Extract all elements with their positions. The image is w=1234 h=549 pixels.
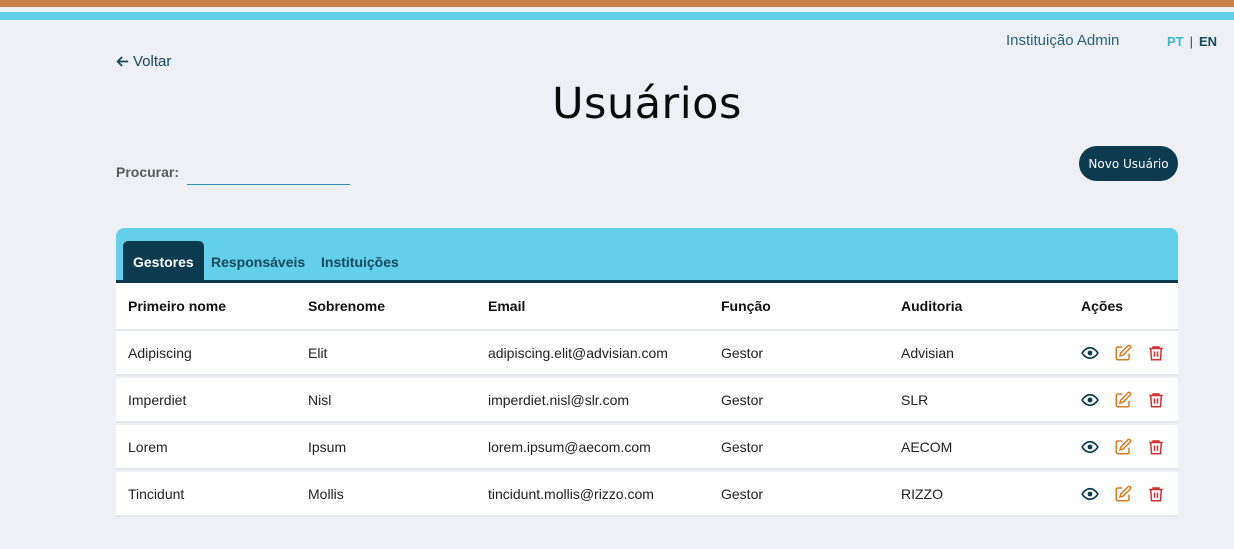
last-name-cell: Mollis	[308, 485, 344, 502]
table-row: Imperdiet Nisl imperdiet.nisl@slr.com Gesto…	[116, 378, 1178, 423]
table-row: Adipiscing Elit adipiscing.elit@advisian.c…	[116, 331, 1178, 376]
top-stripe-blue	[0, 12, 1234, 20]
eye-icon[interactable]	[1081, 485, 1099, 503]
row-actions	[1081, 472, 1165, 515]
institution-admin-link[interactable]: Instituição Admin	[1006, 32, 1119, 49]
column-header-role: Função	[721, 298, 771, 314]
tab-bar: Gestores Responsáveis Instituições	[116, 228, 1178, 283]
table-header: Primeiro nome Sobrenome Email Função Aud…	[116, 283, 1178, 331]
edit-icon[interactable]	[1114, 438, 1132, 456]
trash-icon[interactable]	[1147, 438, 1165, 456]
last-name-cell: Ipsum	[308, 438, 347, 455]
new-user-button[interactable]: Novo Usuário	[1079, 146, 1178, 181]
lang-separator: |	[1189, 34, 1194, 49]
column-header-actions: Ações	[1081, 298, 1124, 314]
audit-cell: AECOM	[901, 438, 953, 455]
column-header-last-name: Sobrenome	[308, 298, 386, 314]
row-actions	[1081, 378, 1165, 421]
top-stripe-orange	[0, 0, 1234, 7]
email-cell: adipiscing.elit@advisian.com	[488, 344, 668, 361]
eye-icon[interactable]	[1081, 391, 1099, 409]
lang-pt-link[interactable]: PT	[1167, 34, 1184, 49]
column-header-audit: Auditoria	[901, 298, 963, 314]
row-actions	[1081, 331, 1165, 374]
tab-responsaveis[interactable]: Responsáveis	[211, 241, 305, 283]
edit-icon[interactable]	[1114, 391, 1132, 409]
last-name-cell: Nisl	[308, 391, 332, 408]
first-name-cell: Tincidunt	[128, 485, 185, 502]
trash-icon[interactable]	[1147, 391, 1165, 409]
email-cell: lorem.ipsum@aecom.com	[488, 438, 651, 455]
last-name-cell: Elit	[308, 344, 328, 361]
eye-icon[interactable]	[1081, 344, 1099, 362]
back-link[interactable]: Voltar	[116, 53, 171, 70]
tab-gestores[interactable]: Gestores	[123, 241, 204, 283]
search-input[interactable]	[187, 162, 350, 185]
trash-icon[interactable]	[1147, 485, 1165, 503]
table-row: Tincidunt Mollis tincidunt.mollis@rizzo.co…	[116, 472, 1178, 517]
role-cell: Gestor	[721, 438, 764, 455]
back-label: Voltar	[133, 53, 172, 70]
role-cell: Gestor	[721, 391, 764, 408]
users-panel: Gestores Responsáveis Instituições Prime…	[116, 228, 1178, 519]
audit-cell: RIZZO	[901, 485, 943, 502]
first-name-cell: Imperdiet	[128, 391, 187, 408]
trash-icon[interactable]	[1147, 344, 1165, 362]
role-cell: Gestor	[721, 344, 764, 361]
page-title: Usuários	[552, 79, 742, 129]
eye-icon[interactable]	[1081, 438, 1099, 456]
first-name-cell: Adipiscing	[128, 344, 192, 361]
edit-icon[interactable]	[1114, 344, 1132, 362]
arrow-left-icon	[116, 56, 129, 67]
row-actions	[1081, 425, 1165, 468]
email-cell: tincidunt.mollis@rizzo.com	[488, 485, 654, 502]
table-row: Lorem Ipsum lorem.ipsum@aecom.com Gestor AEC…	[116, 425, 1178, 470]
search-label: Procurar:	[116, 164, 180, 180]
first-name-cell: Lorem	[128, 438, 168, 455]
audit-cell: SLR	[901, 391, 929, 408]
column-header-first-name: Primeiro nome	[128, 298, 227, 314]
tab-instituicoes[interactable]: Instituições	[321, 241, 399, 283]
email-cell: imperdiet.nisl@slr.com	[488, 391, 630, 408]
audit-cell: Advisian	[901, 344, 954, 361]
language-switcher: PT | EN	[1167, 34, 1217, 49]
edit-icon[interactable]	[1114, 485, 1132, 503]
column-header-email: Email	[488, 298, 526, 314]
role-cell: Gestor	[721, 485, 764, 502]
lang-en-link[interactable]: EN	[1199, 34, 1217, 49]
